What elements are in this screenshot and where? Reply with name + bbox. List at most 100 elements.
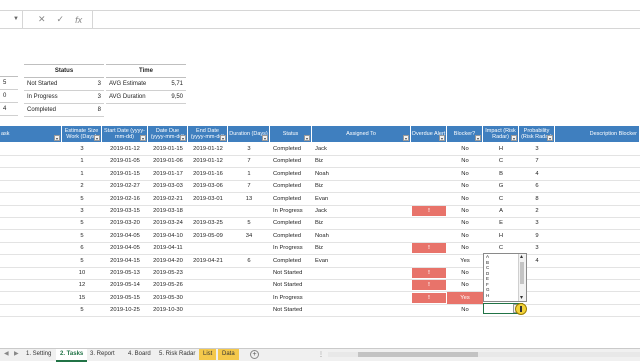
cell-probability[interactable]: 3 <box>519 143 555 155</box>
formula-input[interactable] <box>92 11 640 28</box>
cell-duration[interactable] <box>228 242 270 254</box>
cell-end[interactable] <box>188 292 228 304</box>
column-header-task[interactable]: ask <box>0 126 62 142</box>
table-row[interactable]: 15 2019-05-15 2019-05-30 In Progress! Yes <box>0 291 640 305</box>
cell-start[interactable]: 2019-02-27 <box>102 180 148 192</box>
table-row[interactable]: 5 2019-04-15 2019-04-20 2019-04-21 6 Complete… <box>0 255 640 268</box>
table-row[interactable]: 3 2019-01-12 2019-01-15 2019-01-12 3 Complete… <box>0 143 640 156</box>
cell-assigned[interactable]: Biz <box>312 155 411 167</box>
cell-assigned[interactable]: Noah <box>312 168 411 180</box>
filter-icon[interactable] <box>140 135 146 141</box>
chevron-up-icon[interactable]: ▴ <box>520 253 523 260</box>
cell-end[interactable]: 2019-01-16 <box>188 168 228 180</box>
cell-blocker[interactable]: Yes <box>447 291 483 304</box>
table-row[interactable]: 5 2019-02-16 2019-02-21 2019-03-01 13 Complet… <box>0 193 640 206</box>
cell-assigned[interactable]: Jack <box>312 143 411 155</box>
function-icon[interactable]: fx <box>75 15 82 25</box>
tab-list[interactable]: List <box>199 349 217 360</box>
column-header-end-date[interactable]: End Date (yyyy-mm-dd) <box>188 126 228 142</box>
cell-end[interactable]: 2019-01-12 <box>188 143 228 155</box>
tab-scroll-right-icon[interactable]: ▶ <box>14 349 19 360</box>
cell-blocker[interactable]: No <box>447 304 483 316</box>
filter-icon[interactable] <box>262 135 268 141</box>
tab-risk-radar[interactable]: 5. Risk Radar <box>155 349 199 360</box>
chevron-down-icon[interactable]: ▼ <box>13 16 19 22</box>
column-header-probability[interactable]: Probability (Risk Radar) <box>519 126 555 142</box>
cell-impact[interactable]: H <box>483 230 519 242</box>
cell-estimate[interactable]: 10 <box>62 267 102 279</box>
table-row[interactable]: 5 2019-10-25 2019-10-30 Not Started No <box>0 304 640 318</box>
cell-due[interactable]: 2019-03-24 <box>148 217 188 229</box>
filter-icon[interactable] <box>94 135 100 141</box>
filter-icon[interactable] <box>547 135 553 141</box>
filter-icon[interactable] <box>180 135 186 141</box>
tab-board[interactable]: 4. Board <box>124 349 155 360</box>
tab-data[interactable]: Data <box>218 349 239 360</box>
cell-due[interactable]: 2019-05-30 <box>148 292 188 304</box>
table-row[interactable]: 5 2019-04-05 2019-04-10 2019-05-09 34 Complet… <box>0 230 640 243</box>
cell-duration[interactable]: 5 <box>228 217 270 229</box>
tab-tasks[interactable]: 2. Tasks <box>56 349 88 362</box>
cell-estimate[interactable]: 3 <box>62 205 102 217</box>
cell-overdue[interactable] <box>411 155 447 167</box>
cell-end[interactable]: 2019-04-21 <box>188 255 228 267</box>
enter-icon[interactable]: ✓ <box>57 14 65 25</box>
cell-duration[interactable] <box>228 267 270 279</box>
cell-impact[interactable]: H <box>483 143 519 155</box>
chevron-down-icon[interactable]: ▾ <box>520 294 523 301</box>
cell-status[interactable]: Not Started <box>270 304 312 316</box>
cell-estimate[interactable]: 12 <box>62 279 102 291</box>
cell-assigned[interactable]: Jack <box>312 205 411 217</box>
cell-status[interactable]: Completed <box>270 143 312 155</box>
cell-overdue[interactable]: ! <box>411 292 447 304</box>
cell-assigned[interactable] <box>312 279 411 291</box>
column-header-start-date[interactable]: Start Date (yyyy-mm-dd) <box>102 126 148 142</box>
cell-assigned[interactable]: Biz <box>312 217 411 229</box>
impact-dropdown-list[interactable]: ABCDEFGH ▴ ▾ <box>483 253 527 302</box>
cell-status[interactable]: Completed <box>270 155 312 167</box>
cell-estimate[interactable]: 1 <box>62 155 102 167</box>
dropdown-scrollbar[interactable]: ▴ ▾ <box>518 254 526 301</box>
cell-estimate[interactable]: 3 <box>62 143 102 155</box>
cell-probability[interactable]: 2 <box>519 205 555 217</box>
cell-assigned[interactable]: Evan <box>312 255 411 267</box>
cell-end[interactable] <box>188 279 228 291</box>
cell-impact[interactable]: A <box>483 205 519 217</box>
cell-impact[interactable]: E <box>483 217 519 229</box>
cell-end[interactable] <box>188 205 228 217</box>
cell-overdue[interactable] <box>411 180 447 192</box>
cell-blocker[interactable]: No <box>447 217 483 229</box>
cell-impact[interactable]: G <box>483 180 519 192</box>
column-header-duration[interactable]: Duration (Days) <box>228 126 270 142</box>
column-header-status[interactable]: Status <box>270 126 312 142</box>
column-header-description[interactable]: Description Blocker <box>555 126 640 142</box>
cell-overdue[interactable]: ! <box>411 242 447 254</box>
cell-blocker[interactable]: No <box>447 155 483 167</box>
cell-start[interactable]: 2019-04-05 <box>102 242 148 254</box>
table-row[interactable]: 1 2019-01-05 2019-01-06 2019-01-12 7 Complete… <box>0 155 640 169</box>
cell-probability[interactable]: 4 <box>519 168 555 180</box>
cell-assigned[interactable] <box>312 304 411 316</box>
filter-icon[interactable] <box>403 135 409 141</box>
column-header-estimate[interactable]: Estimate Size Work (Days) <box>62 126 102 142</box>
cell-status[interactable]: Completed <box>270 168 312 180</box>
cell-status[interactable]: In Progress <box>270 292 312 304</box>
cell-overdue[interactable]: ! <box>411 267 447 279</box>
cell-probability[interactable]: 9 <box>519 230 555 242</box>
cell-due[interactable]: 2019-03-18 <box>148 205 188 217</box>
cell-end[interactable] <box>188 242 228 254</box>
cell-duration[interactable] <box>228 279 270 291</box>
cell-end[interactable] <box>188 304 228 316</box>
cell-impact[interactable]: C <box>483 193 519 205</box>
cell-duration[interactable]: 6 <box>228 255 270 267</box>
cell-status[interactable]: Completed <box>270 193 312 205</box>
cell-assigned[interactable] <box>312 292 411 304</box>
cell-blocker[interactable]: Yes <box>447 255 483 267</box>
table-row[interactable]: 6 2019-04-05 2019-04-11 In Progress Biz! No C 3 <box>0 242 640 256</box>
cell-blocker[interactable]: No <box>447 279 483 291</box>
cell-blocker[interactable]: No <box>447 193 483 205</box>
cell-probability[interactable]: 7 <box>519 155 555 167</box>
cell-end[interactable]: 2019-03-25 <box>188 217 228 229</box>
cell-start[interactable]: 2019-01-05 <box>102 155 148 167</box>
cell-end[interactable]: 2019-01-12 <box>188 155 228 167</box>
